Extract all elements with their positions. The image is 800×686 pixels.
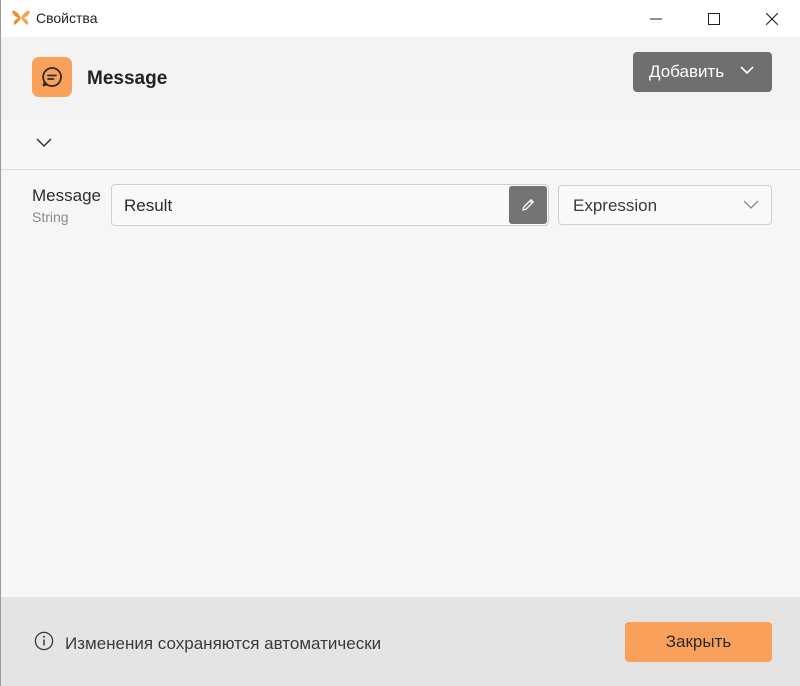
property-label: Message	[32, 186, 101, 205]
butterfly-logo-icon	[12, 10, 30, 25]
property-value-text: Result	[124, 196, 173, 215]
footer-bar: Изменения сохраняются автоматически Закр…	[1, 597, 800, 686]
properties-window: Свойства Message Добавить Message String…	[0, 0, 800, 686]
property-value-input[interactable]: Result	[111, 184, 549, 226]
title-bar: Свойства	[1, 0, 800, 37]
section-collapse-row	[1, 120, 800, 170]
close-window-button[interactable]	[743, 0, 800, 37]
chevron-down-icon[interactable]	[34, 134, 54, 150]
pencil-icon	[522, 199, 534, 211]
property-mode-value: Expression	[573, 196, 658, 215]
minimize-icon	[650, 18, 662, 19]
close-button[interactable]: Закрыть	[625, 622, 772, 662]
property-mode-select[interactable]: Expression	[558, 185, 772, 225]
chat-message-icon	[42, 67, 62, 87]
minimize-button[interactable]	[627, 0, 685, 37]
chevron-down-icon	[743, 200, 759, 209]
add-button-label: Добавить	[649, 62, 725, 81]
window-title: Свойства	[36, 10, 98, 26]
autosave-info-text: Изменения сохраняются автоматически	[65, 634, 382, 653]
chevron-down-icon	[740, 66, 754, 75]
info-icon	[34, 631, 54, 651]
maximize-button[interactable]	[685, 0, 743, 37]
property-type: String	[32, 209, 69, 225]
activity-icon-badge	[32, 57, 72, 97]
maximize-icon	[708, 12, 720, 25]
activity-header: Message Добавить	[1, 37, 800, 120]
close-icon	[766, 12, 778, 25]
add-button[interactable]: Добавить	[633, 52, 772, 92]
activity-title: Message	[87, 68, 168, 89]
edit-expression-button[interactable]	[509, 186, 547, 224]
